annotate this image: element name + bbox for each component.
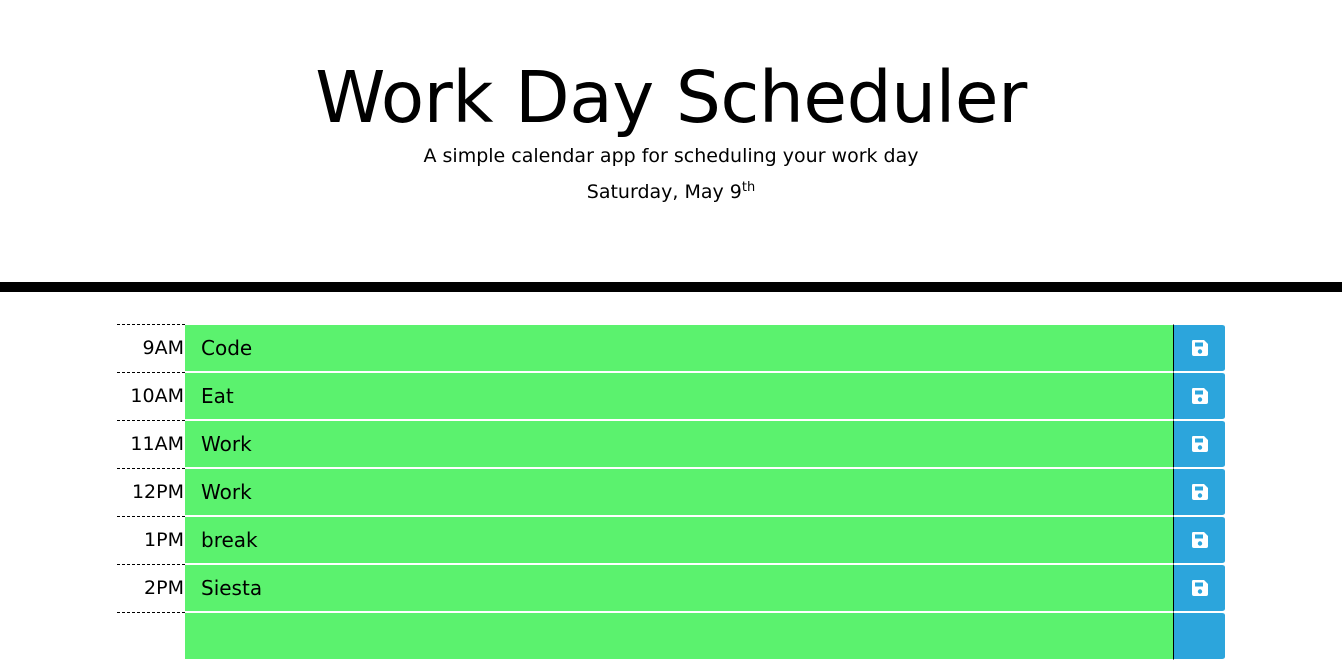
timeblock-row: 10AM Eat — [117, 372, 1225, 420]
floppy-disk-icon — [1191, 580, 1208, 596]
page-subtitle: A simple calendar app for scheduling you… — [423, 145, 919, 167]
current-day-suffix: th — [741, 180, 756, 195]
event-description[interactable]: Siesta — [185, 564, 1174, 612]
timeblock-row: 1PM break — [117, 516, 1225, 564]
current-day: Saturday, May 9th — [0, 180, 1342, 204]
save-button[interactable] — [1174, 372, 1225, 420]
event-description[interactable]: Eat — [185, 372, 1174, 420]
timeblock-row: 9AM Code — [117, 324, 1225, 372]
page-title: Work Day Scheduler — [315, 56, 1027, 139]
hour-label — [117, 612, 185, 660]
timeblock-list: 9AM Code 10AM Eat 11AM Work 12PM Work 1P… — [117, 324, 1225, 660]
hour-label: 10AM — [117, 372, 185, 420]
timeblock-row: 2PM Siesta — [117, 564, 1225, 612]
save-button[interactable] — [1174, 324, 1225, 372]
timeblock-row — [117, 612, 1225, 660]
hour-label: 2PM — [117, 564, 185, 612]
floppy-disk-icon — [1191, 436, 1208, 452]
hour-label: 11AM — [117, 420, 185, 468]
timeblock-row: 11AM Work — [117, 420, 1225, 468]
hour-label: 9AM — [117, 324, 185, 372]
event-description[interactable] — [185, 612, 1174, 660]
hour-label: 12PM — [117, 468, 185, 516]
hour-label: 1PM — [117, 516, 185, 564]
event-description[interactable]: break — [185, 516, 1174, 564]
save-button[interactable] — [1174, 612, 1225, 660]
floppy-disk-icon — [1191, 532, 1208, 548]
header: Work Day Scheduler A simple calendar app… — [0, 0, 1342, 292]
save-button[interactable] — [1174, 468, 1225, 516]
save-button[interactable] — [1174, 516, 1225, 564]
event-description[interactable]: Work — [185, 468, 1174, 516]
save-button[interactable] — [1174, 564, 1225, 612]
current-day-text: Saturday, May 9 — [586, 181, 742, 203]
floppy-disk-icon — [1191, 388, 1208, 404]
floppy-disk-icon — [1191, 340, 1208, 356]
save-button[interactable] — [1174, 420, 1225, 468]
event-description[interactable]: Code — [185, 324, 1174, 372]
floppy-disk-icon — [1191, 484, 1208, 500]
timeblock-row: 12PM Work — [117, 468, 1225, 516]
event-description[interactable]: Work — [185, 420, 1174, 468]
